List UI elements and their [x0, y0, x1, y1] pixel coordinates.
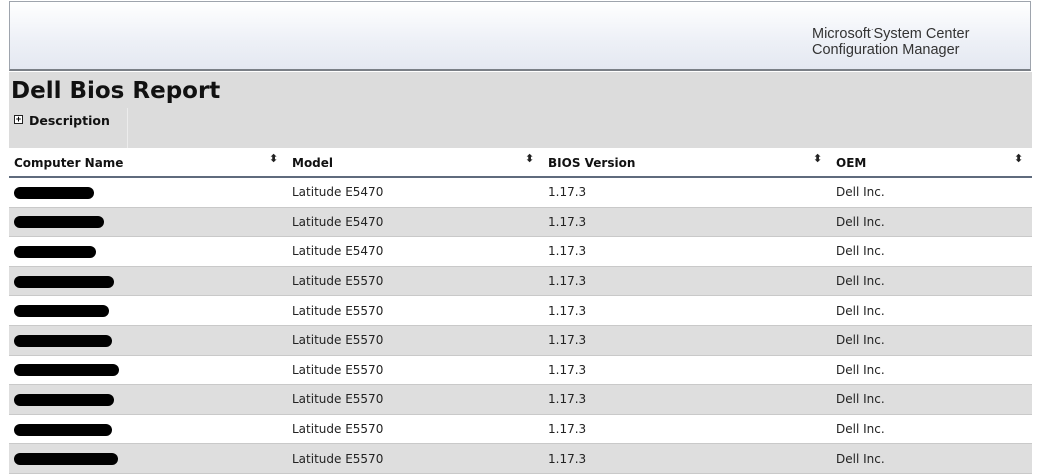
cell-bios-version: 1.17.3 [543, 236, 831, 267]
redaction-mark [14, 364, 119, 377]
redaction-mark [14, 186, 94, 199]
cell-computer-name [9, 207, 287, 238]
page-title: Dell Bios Report [11, 78, 221, 104]
sort-updown-icon[interactable]: ⬍ [813, 153, 822, 164]
cell-model: Latitude E5570 [287, 295, 543, 326]
column-header-bios-version[interactable]: BIOS Version ⬍ [543, 150, 831, 178]
cell-oem: Dell Inc. [831, 384, 1032, 415]
redaction-mark [14, 305, 109, 318]
cell-model: Latitude E5570 [287, 355, 543, 386]
sort-updown-icon[interactable]: ⬍ [525, 153, 534, 164]
cell-bios-version: 1.17.3 [543, 177, 831, 208]
plus-box-icon[interactable]: + [14, 115, 23, 124]
table-row: Latitude E5570 1.17.3 Dell Inc. [9, 355, 1032, 386]
cell-model: Latitude E5570 [287, 443, 543, 474]
cell-oem: Dell Inc. [831, 443, 1032, 474]
redaction-mark [14, 423, 112, 436]
cell-bios-version: 1.17.3 [543, 207, 831, 238]
cell-computer-name [9, 266, 287, 297]
table-row: Latitude E5570 1.17.3 Dell Inc. [9, 295, 1032, 326]
product-name-line2: Configuration Manager [812, 41, 960, 58]
redaction-mark [14, 453, 118, 466]
cell-bios-version: 1.17.3 [543, 325, 831, 356]
cell-bios-version: 1.17.3 [543, 414, 831, 445]
cell-computer-name [9, 355, 287, 386]
cell-bios-version: 1.17.3 [543, 295, 831, 326]
description-toggle[interactable]: + Description [9, 108, 128, 148]
cell-computer-name [9, 384, 287, 415]
redaction-mark [14, 245, 96, 258]
cell-computer-name [9, 443, 287, 474]
cell-computer-name [9, 325, 287, 356]
table-row: Latitude E5570 1.17.3 Dell Inc. [9, 266, 1032, 297]
cell-model: Latitude E5570 [287, 325, 543, 356]
table-header-row: Computer Name ⬍ Model ⬍ BIOS Version ⬍ OEM ⬍ [9, 150, 1032, 178]
cell-oem: Dell Inc. [831, 414, 1032, 445]
cell-model: Latitude E5570 [287, 414, 543, 445]
table-row: Latitude E5470 1.17.3 Dell Inc. [9, 177, 1032, 208]
column-header-model[interactable]: Model ⬍ [287, 150, 543, 178]
cell-bios-version: 1.17.3 [543, 384, 831, 415]
redaction-mark [14, 393, 114, 406]
table-row: Latitude E5570 1.17.3 Dell Inc. [9, 384, 1032, 415]
cell-oem: Dell Inc. [831, 266, 1032, 297]
cell-bios-version: 1.17.3 [543, 355, 831, 386]
cell-oem: Dell Inc. [831, 295, 1032, 326]
report-header: Dell Bios Report + Description [9, 72, 1032, 148]
cell-computer-name [9, 236, 287, 267]
table-row: Latitude E5570 1.17.3 Dell Inc. [9, 414, 1032, 445]
table-row: Latitude E5570 1.17.3 Dell Inc. [9, 443, 1032, 474]
sort-updown-icon[interactable]: ⬍ [269, 153, 278, 164]
cell-computer-name [9, 414, 287, 445]
cell-bios-version: 1.17.3 [543, 443, 831, 474]
cell-oem: Dell Inc. [831, 325, 1032, 356]
table-body: Latitude E5470 1.17.3 Dell Inc. Latitude E5… [9, 177, 1032, 474]
cell-computer-name [9, 295, 287, 326]
table-row: Latitude E5470 1.17.3 Dell Inc. [9, 236, 1032, 267]
table-row: Latitude E5470 1.17.3 Dell Inc. [9, 207, 1032, 238]
redaction-mark [14, 334, 112, 347]
cell-oem: Dell Inc. [831, 236, 1032, 267]
cell-computer-name [9, 177, 287, 208]
product-logo: Microsoft·System Center Configuration Ma… [812, 22, 1012, 58]
cell-oem: Dell Inc. [831, 355, 1032, 386]
column-header-oem[interactable]: OEM ⬍ [831, 150, 1032, 178]
description-label: Description [29, 113, 110, 128]
redaction-mark [14, 275, 114, 288]
cell-model: Latitude E5470 [287, 207, 543, 238]
product-name-line1: Microsoft·System Center [812, 25, 970, 42]
cell-model: Latitude E5470 [287, 177, 543, 208]
cell-oem: Dell Inc. [831, 177, 1032, 208]
cell-model: Latitude E5470 [287, 236, 543, 267]
cell-oem: Dell Inc. [831, 207, 1032, 238]
table-row: Latitude E5570 1.17.3 Dell Inc. [9, 325, 1032, 356]
cell-model: Latitude E5570 [287, 384, 543, 415]
cell-model: Latitude E5570 [287, 266, 543, 297]
column-header-computer-name[interactable]: Computer Name ⬍ [9, 150, 287, 178]
redaction-mark [14, 216, 104, 229]
report-table: Computer Name ⬍ Model ⬍ BIOS Version ⬍ OEM ⬍… [9, 150, 1032, 474]
sort-updown-icon[interactable]: ⬍ [1014, 153, 1023, 164]
report-banner: Microsoft·System Center Configuration Ma… [9, 1, 1031, 71]
cell-bios-version: 1.17.3 [543, 266, 831, 297]
